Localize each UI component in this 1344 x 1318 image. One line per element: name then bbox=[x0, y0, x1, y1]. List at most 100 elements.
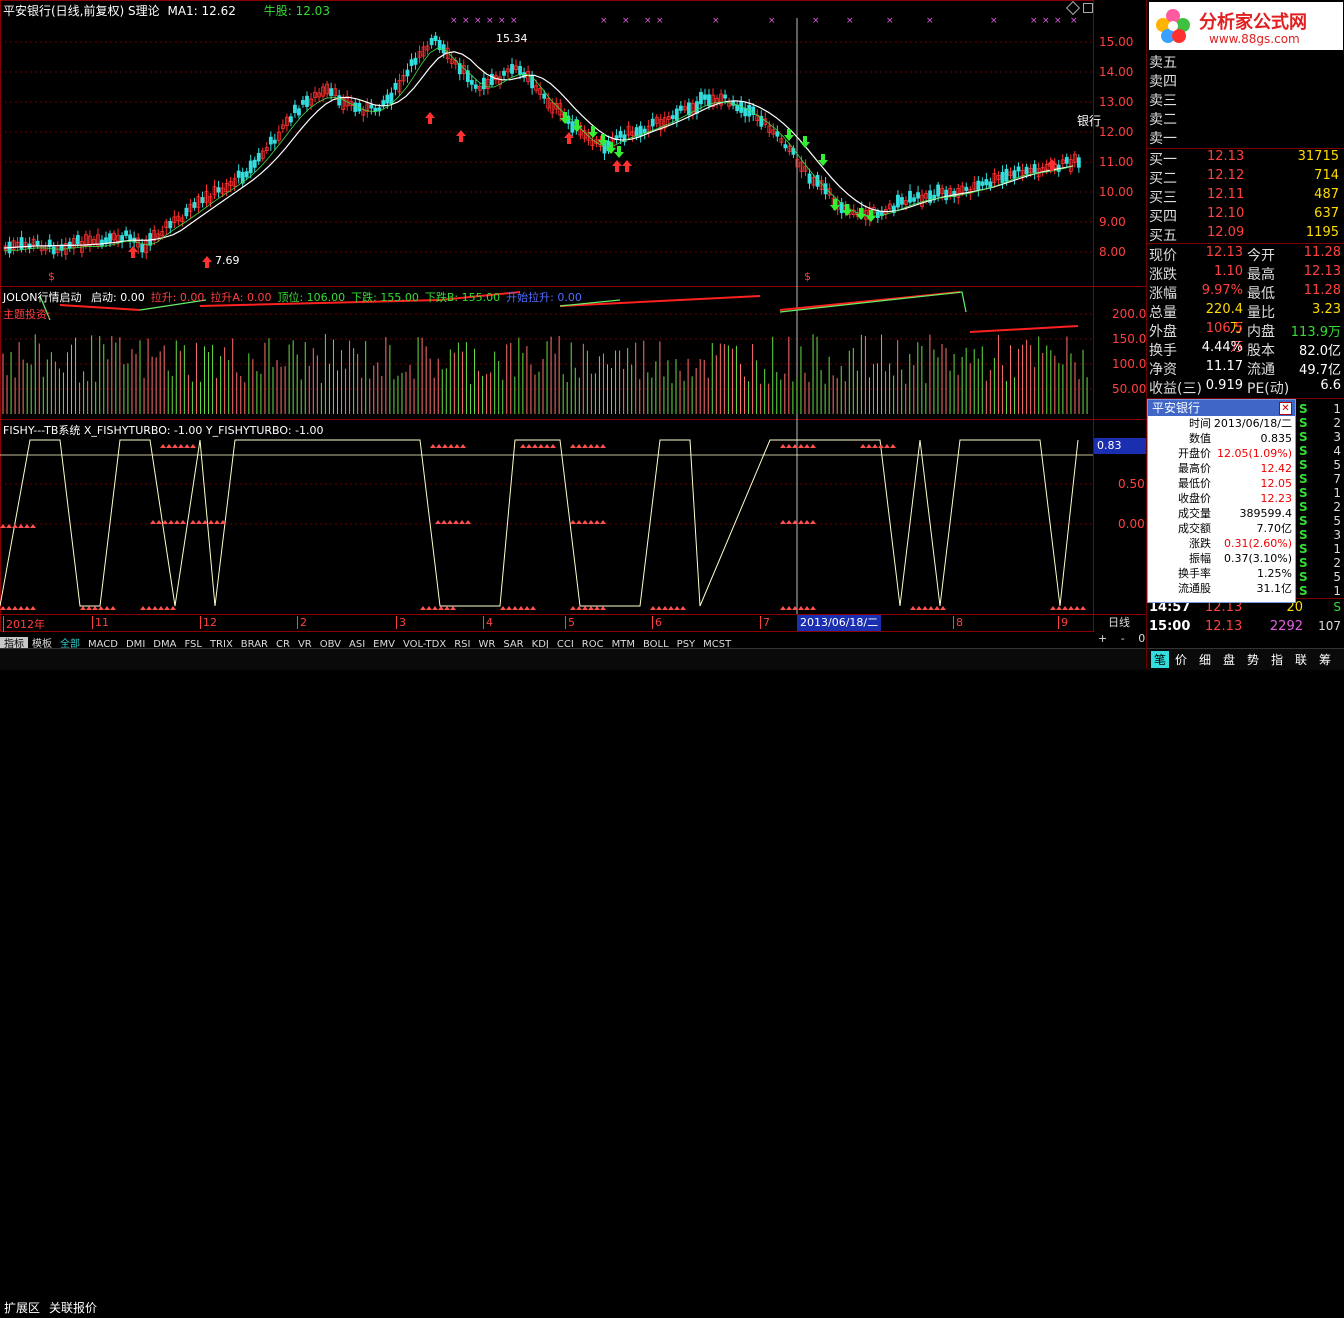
tick-side: S bbox=[1299, 430, 1308, 444]
fishy-up-marker bbox=[184, 444, 190, 448]
quote-label: 现价 bbox=[1149, 248, 1177, 264]
fishy-up-marker bbox=[24, 606, 30, 610]
ma-line bbox=[3, 51, 1074, 249]
popup-row: 时间 2013/06/18/二 bbox=[1148, 416, 1295, 431]
quote-label-2: PE(动) bbox=[1247, 381, 1290, 397]
close-icon[interactable]: ✕ bbox=[1279, 402, 1292, 415]
date-axis-label: 7 bbox=[760, 616, 770, 629]
candle bbox=[140, 244, 145, 253]
popup-key: 开盘价 bbox=[1178, 447, 1211, 460]
candle bbox=[200, 197, 205, 204]
ma-line-2 bbox=[3, 47, 1074, 252]
fishy-up-marker bbox=[18, 524, 24, 528]
stock-title: 平安银行(日线,前复权) bbox=[3, 4, 125, 18]
tick-side: S bbox=[1299, 444, 1308, 458]
tick-side: S bbox=[1299, 542, 1308, 556]
tick-side: S bbox=[1299, 570, 1308, 584]
candle bbox=[1004, 168, 1009, 182]
fishy-up-marker bbox=[12, 524, 18, 528]
fishy-up-marker bbox=[538, 444, 544, 448]
right-tab[interactable]: 筹 bbox=[1319, 651, 1331, 668]
popup-key: 时间 bbox=[1189, 417, 1211, 430]
candle bbox=[1024, 166, 1029, 175]
fishy-up-marker bbox=[518, 606, 524, 610]
quote-label-2: 股本 bbox=[1247, 343, 1275, 359]
quote-label: 涨幅 bbox=[1149, 286, 1177, 302]
fishy-up-marker bbox=[786, 444, 792, 448]
fishy-up-marker bbox=[190, 444, 196, 448]
candle bbox=[301, 99, 305, 105]
right-tab[interactable]: 价 bbox=[1175, 651, 1187, 668]
fishy-up-marker bbox=[600, 606, 606, 610]
date-axis-label: 8 bbox=[953, 616, 963, 629]
candle bbox=[518, 65, 522, 75]
right-tab[interactable]: 细 bbox=[1199, 651, 1211, 668]
period-label[interactable]: 日线 bbox=[1108, 615, 1130, 631]
jolon-axis-label: 100.0 bbox=[1112, 357, 1146, 371]
right-tab[interactable]: 联 bbox=[1295, 651, 1307, 668]
tick-side: S bbox=[1299, 402, 1308, 416]
fishy-up-marker bbox=[18, 606, 24, 610]
price-axis-label: 12.00 bbox=[1099, 125, 1133, 139]
fishy-up-marker bbox=[180, 520, 186, 524]
main-chart[interactable]: × × × × × × × × × × × × × × × × × × × × × 15.00 14.00 13.00 12.… bbox=[0, 0, 1146, 632]
fishy-up-marker bbox=[890, 444, 896, 448]
quote-label-2: 量比 bbox=[1247, 305, 1275, 321]
tick-count: 7 bbox=[1333, 472, 1341, 486]
fishy-up-marker bbox=[576, 606, 582, 610]
candle bbox=[674, 108, 679, 122]
zoom-out-button[interactable]: - bbox=[1121, 632, 1125, 645]
popup-key: 振幅 bbox=[1189, 552, 1211, 565]
fishy-up-marker bbox=[1074, 606, 1080, 610]
candle bbox=[703, 94, 707, 100]
candle bbox=[429, 38, 434, 46]
popup-row: 成交额 7.70亿 bbox=[1148, 521, 1295, 536]
tick-count: 5 bbox=[1333, 570, 1341, 584]
candle bbox=[297, 108, 301, 116]
quote-value-2: 11.28 bbox=[1303, 245, 1341, 260]
quote-label: 总量 bbox=[1149, 305, 1177, 321]
jolon-item: 顶位: 106.00 bbox=[277, 291, 346, 304]
popup-value: 12.42 bbox=[1260, 462, 1293, 475]
candle bbox=[1076, 157, 1081, 168]
right-tab[interactable]: 笔 bbox=[1151, 651, 1170, 668]
zoom-reset-button[interactable]: 0 bbox=[1138, 632, 1145, 645]
niu-value: 12.03 bbox=[295, 4, 330, 18]
candle bbox=[988, 181, 993, 188]
x-marker: × bbox=[656, 16, 664, 26]
x-marker: × bbox=[644, 16, 652, 26]
fishy-up-marker bbox=[454, 444, 460, 448]
buy-level-label: 买四 bbox=[1149, 209, 1177, 225]
popup-key: 换手率 bbox=[1178, 567, 1211, 580]
maximize-icon[interactable] bbox=[1083, 3, 1093, 13]
zoom-controls[interactable]: + - 0 bbox=[1098, 632, 1145, 645]
date-axis-label: 2012年 bbox=[3, 616, 45, 632]
candle bbox=[216, 187, 221, 193]
x-marker: × bbox=[1042, 16, 1050, 26]
popup-value: 1.25% bbox=[1257, 567, 1292, 580]
fishy-up-marker bbox=[158, 606, 164, 610]
popup-key: 流通股 bbox=[1178, 582, 1211, 595]
fishy-up-marker bbox=[934, 606, 940, 610]
fishy-up-marker bbox=[104, 606, 110, 610]
fishy-title: FISHY---TB系统 X_FISHYTURBO: -1.00 Y_FISHY… bbox=[3, 424, 324, 437]
right-tab[interactable]: 指 bbox=[1271, 651, 1283, 668]
popup-row: 最低价 12.05 bbox=[1148, 476, 1295, 491]
zoom-in-button[interactable]: + bbox=[1098, 632, 1107, 645]
fishy-up-marker bbox=[12, 606, 18, 610]
tick-count: 1 bbox=[1333, 584, 1341, 598]
fishy-up-marker bbox=[30, 606, 36, 610]
buy-price: 12.10 bbox=[1207, 206, 1245, 221]
right-tab[interactable]: 势 bbox=[1247, 651, 1259, 668]
quote-label: 外盘 bbox=[1149, 324, 1177, 340]
price-axis-label: 14.00 bbox=[1099, 65, 1133, 79]
popup-key: 最高价 bbox=[1178, 462, 1211, 475]
tick-side: S bbox=[1299, 486, 1308, 500]
tab-extension[interactable]: 扩展区 bbox=[4, 1298, 40, 1318]
right-tab[interactable]: 盘 bbox=[1223, 651, 1235, 668]
tick-count: 3 bbox=[1333, 528, 1341, 542]
tab-related-quotes[interactable]: 关联报价 bbox=[49, 1298, 97, 1318]
tick-side: S bbox=[1299, 500, 1308, 514]
candle bbox=[980, 181, 985, 186]
tick-count: 2 bbox=[1333, 556, 1341, 570]
